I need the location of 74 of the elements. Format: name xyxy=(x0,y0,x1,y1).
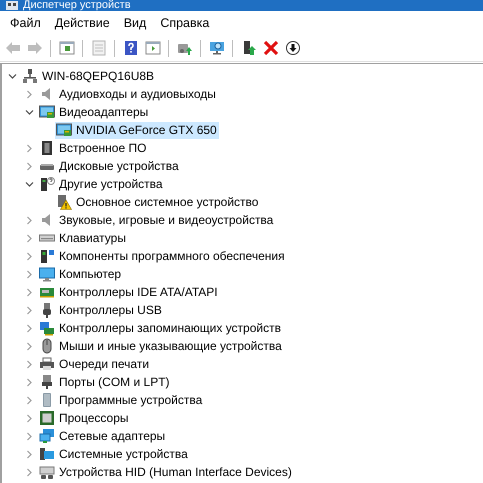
tree-item[interactable]: Компьютер xyxy=(38,266,124,282)
port-icon xyxy=(39,374,55,390)
tree-item[interactable]: Мыши и иные указывающие устройства xyxy=(38,338,284,354)
console-tree-icon xyxy=(58,40,74,56)
expand-chevron-icon[interactable] xyxy=(25,414,34,422)
menu-item[interactable]: Вид xyxy=(116,14,154,32)
collapse-chevron-icon[interactable] xyxy=(25,108,34,116)
scan-hardware-icon xyxy=(208,40,224,56)
expand-chevron-icon[interactable] xyxy=(25,162,34,170)
tree-item[interactable]: Другие устройства xyxy=(38,176,165,192)
tree-item[interactable]: Программные устройства xyxy=(38,392,204,408)
properties-icon xyxy=(90,40,106,56)
expand-chevron-icon[interactable] xyxy=(25,324,34,332)
system-folder-icon xyxy=(39,446,55,462)
tree-item[interactable]: Сетевые адаптеры xyxy=(38,428,168,444)
component-icon xyxy=(39,248,55,264)
tree-item[interactable]: Контроллеры запоминающих устройств xyxy=(38,320,283,336)
uninstall-icon xyxy=(262,40,278,56)
collapse-chevron-icon[interactable] xyxy=(25,180,34,188)
disable-device-icon xyxy=(284,40,300,56)
expand-chevron-icon[interactable] xyxy=(25,342,34,350)
expand-chevron-icon[interactable] xyxy=(25,270,34,278)
expand-chevron-icon[interactable] xyxy=(25,90,34,98)
menu-item[interactable]: Действие xyxy=(48,14,117,32)
tree-item[interactable]: Процессоры xyxy=(38,410,130,426)
tree-item[interactable]: Звуковые, игровые и видеоустройства xyxy=(38,212,276,228)
expand-chevron-icon[interactable] xyxy=(25,378,34,386)
printer-icon xyxy=(39,356,55,372)
help-icon xyxy=(122,40,138,56)
expand-chevron-icon[interactable] xyxy=(25,360,34,368)
expand-chevron-icon[interactable] xyxy=(25,306,34,314)
tree-item[interactable]: Системные устройства xyxy=(38,446,190,462)
tree-item[interactable]: Порты (COM и LPT) xyxy=(38,374,172,390)
expand-chevron-icon[interactable] xyxy=(25,144,34,152)
expand-chevron-icon[interactable] xyxy=(25,252,34,260)
storage-controller-icon xyxy=(39,320,55,336)
expand-chevron-icon[interactable] xyxy=(25,288,34,296)
display-adapter-icon xyxy=(39,104,55,120)
tree-item[interactable]: Встроенное ПО xyxy=(38,140,148,156)
menu-item[interactable]: Файл xyxy=(3,14,48,32)
chip-icon xyxy=(39,140,55,156)
tree-item[interactable]: Очереди печати xyxy=(38,356,152,372)
display-adapter-icon xyxy=(56,122,72,138)
tree-item[interactable]: Аудиовходы и аудиовыходы xyxy=(38,86,218,102)
tree-item[interactable]: Компоненты программного обеспечения xyxy=(38,248,287,264)
network-icon xyxy=(39,428,55,444)
tree-item[interactable]: Клавиатуры xyxy=(38,230,128,246)
computer-icon xyxy=(22,68,38,84)
app-icon xyxy=(6,1,18,10)
expand-chevron-icon[interactable] xyxy=(25,450,34,458)
expand-chevron-icon[interactable] xyxy=(25,216,34,224)
back-icon xyxy=(4,40,20,56)
tree-item[interactable]: Контроллеры IDE ATA/ATAPI xyxy=(38,284,220,300)
expand-chevron-icon[interactable] xyxy=(25,396,34,404)
tree-item[interactable]: Дисковые устройства xyxy=(38,158,181,174)
processor-icon xyxy=(39,410,55,426)
tree-item[interactable]: WIN-68QEPQ16U8B xyxy=(21,68,156,84)
window-title: Диспетчер устройств xyxy=(23,0,131,11)
action-pane-icon xyxy=(144,40,160,56)
expand-chevron-icon[interactable] xyxy=(25,432,34,440)
tree-item[interactable]: Видеоадаптеры xyxy=(38,104,150,120)
warning-device-icon xyxy=(56,194,72,210)
tree-item[interactable]: Основное системное устройство xyxy=(55,194,260,210)
tree-item[interactable]: NVIDIA GeForce GTX 650 xyxy=(55,122,219,138)
tree-item[interactable]: Контроллеры USB xyxy=(38,302,164,318)
expand-chevron-icon[interactable] xyxy=(25,234,34,242)
tree-item[interactable]: Устройства HID (Human Interface Devices) xyxy=(38,464,294,480)
menu-item[interactable]: Справка xyxy=(153,14,216,32)
forward-icon xyxy=(26,40,42,56)
expand-chevron-icon[interactable] xyxy=(25,468,34,476)
hid-icon xyxy=(39,464,55,480)
monitor-icon xyxy=(39,266,55,282)
unknown-device-icon xyxy=(39,176,55,192)
collapse-chevron-icon[interactable] xyxy=(8,72,17,80)
